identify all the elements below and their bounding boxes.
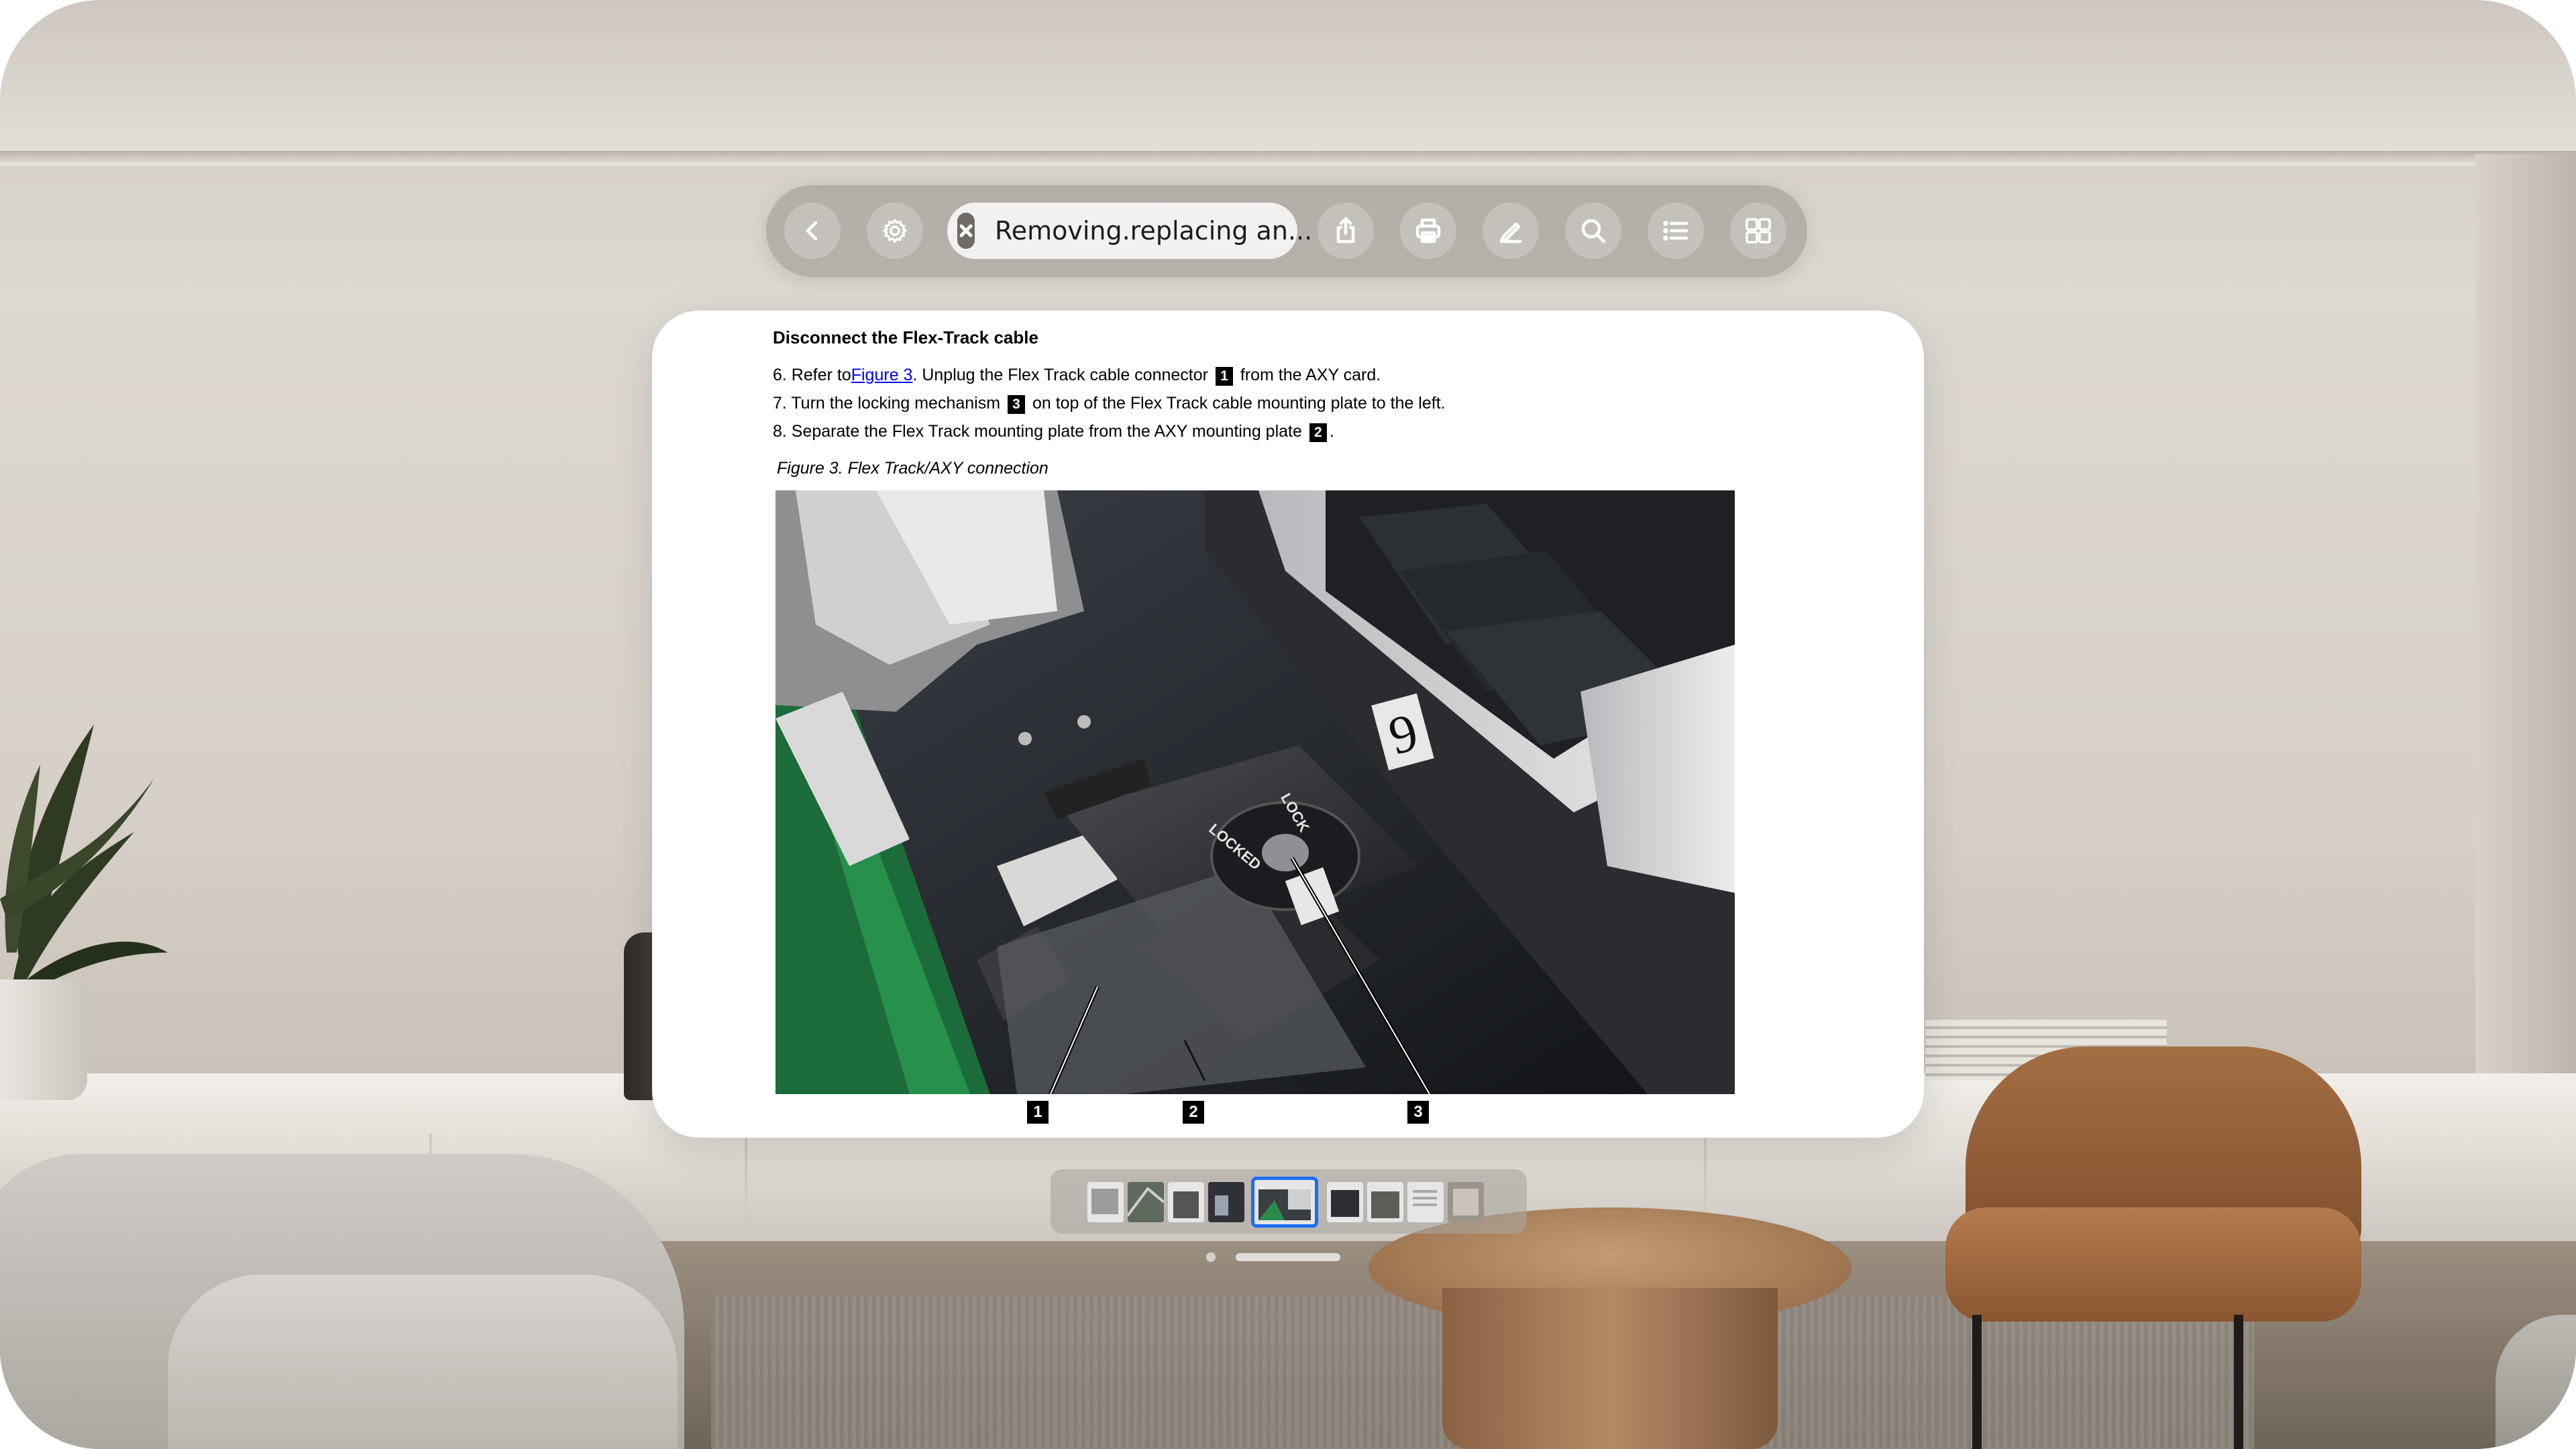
page-thumbnail-strip[interactable] (1051, 1169, 1527, 1234)
close-icon (959, 224, 973, 237)
window-close-dot[interactable] (1206, 1252, 1216, 1262)
page-thumbnail[interactable] (1327, 1182, 1363, 1222)
page-thumbnail[interactable] (1367, 1182, 1403, 1222)
settings-button[interactable] (867, 203, 923, 259)
pen-icon (1499, 222, 1522, 244)
window-grab-bar[interactable] (1236, 1253, 1340, 1261)
room-ceiling (0, 0, 2576, 161)
page-thumbnail[interactable] (1087, 1182, 1124, 1222)
plant-image (0, 724, 168, 986)
flex-track-connection-photo: 9 LOCKED LOCK (775, 490, 1735, 1094)
page-thumbnail[interactable] (1407, 1182, 1444, 1222)
instruction-step-7: 7. Turn the locking mechanism 3 on top o… (773, 394, 1446, 414)
back-button[interactable] (784, 203, 841, 259)
figure-link[interactable]: Figure 3 (851, 366, 913, 384)
hardware-photo: 9 LOCKED LOCK (775, 490, 1735, 1094)
instruction-step-6: 6. Refer toFigure 3. Unplug the Flex Tra… (773, 366, 1381, 386)
pdf-page: Disconnect the Flex-Track cable 6. Refer… (773, 311, 1779, 1138)
armchair-leg (2234, 1315, 2243, 1449)
table-of-contents-button[interactable] (1648, 203, 1704, 259)
page-thumbnail[interactable] (1448, 1182, 1484, 1222)
grid-icon (1746, 218, 1771, 244)
figure-label-2: 2 (1183, 1101, 1204, 1124)
figure-caption: Figure 3. Flex Track/AXY connection (777, 459, 1049, 478)
callout-number: 3 (1008, 395, 1025, 414)
instruction-step-8: 8. Separate the Flex Track mounting plat… (773, 422, 1334, 442)
armchair-seat (1945, 1208, 2361, 1322)
callout-number: 1 (1215, 367, 1233, 386)
printer-icon (1415, 218, 1441, 244)
share-button[interactable] (1318, 203, 1374, 259)
chevron-left-icon (806, 221, 818, 241)
page-thumbnail[interactable] (1168, 1182, 1204, 1222)
visionos-environment: Removing.replacing an... Disconnect the … (0, 0, 2576, 1449)
list-icon (1663, 221, 1688, 241)
share-icon (1336, 217, 1355, 244)
coffee-table-base (1442, 1288, 1778, 1449)
page-thumbnail[interactable] (1208, 1182, 1244, 1222)
section-heading: Disconnect the Flex-Track cable (773, 327, 1038, 347)
page-thumbnail[interactable] (1128, 1182, 1164, 1222)
callout-number: 2 (1309, 423, 1327, 442)
wall-ledge (0, 151, 2576, 166)
document-title-pill[interactable]: Removing.replacing an... (947, 203, 1312, 259)
close-document-button[interactable] (957, 213, 975, 249)
figure-label-3: 3 (1407, 1101, 1429, 1124)
plant-pot (0, 979, 87, 1100)
page-thumbnail-selected[interactable] (1251, 1177, 1318, 1228)
document-title: Removing.replacing an... (995, 216, 1313, 246)
sofa-arm (168, 1275, 678, 1449)
armchair-leg (1972, 1315, 1982, 1449)
pdf-document-window[interactable]: Disconnect the Flex-Track cable 6. Refer… (652, 311, 1924, 1138)
thumbnails-button[interactable] (1730, 203, 1786, 259)
search-icon (1581, 219, 1606, 244)
document-toolbar: Removing.replacing an... (766, 184, 1807, 277)
print-button[interactable] (1400, 203, 1456, 259)
search-button[interactable] (1565, 203, 1621, 259)
figure-label-1: 1 (1027, 1101, 1049, 1124)
cabinet-divider (745, 1134, 747, 1234)
markup-button[interactable] (1483, 203, 1539, 259)
gear-icon (883, 219, 907, 243)
